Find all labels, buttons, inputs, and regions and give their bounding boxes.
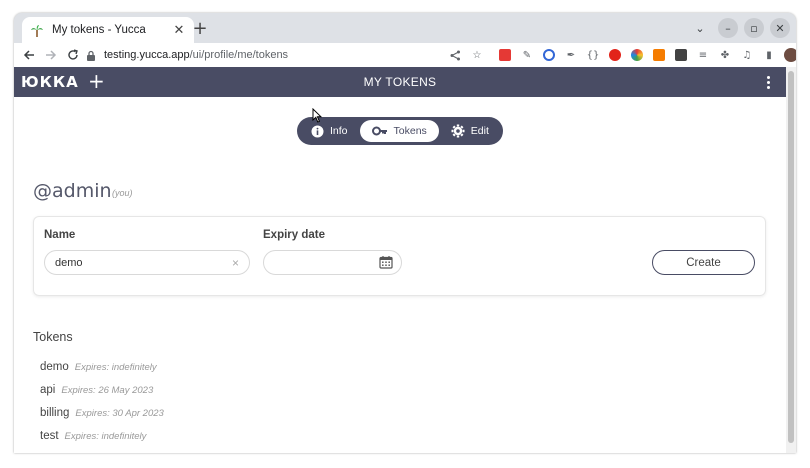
browser-window: My tokens - Yucca ✕ + ⌄ – ▫ ✕ testing.yu… <box>14 13 796 453</box>
tab-strip: My tokens - Yucca ✕ + ⌄ – ▫ ✕ <box>14 13 796 43</box>
tab-info[interactable]: Info <box>299 120 360 142</box>
extension-color-icon[interactable] <box>626 46 648 64</box>
you-label: (you) <box>112 188 133 198</box>
calendar-icon[interactable] <box>379 255 393 272</box>
profile-tabs: Info Tokens Edit <box>297 117 503 145</box>
gear-icon <box>451 124 465 138</box>
name-label: Name <box>44 229 76 241</box>
url-host: testing.yucca.app <box>104 49 190 61</box>
token-item[interactable]: demo Expires: indefinitely <box>40 357 157 375</box>
extension-abp-icon[interactable] <box>604 46 626 64</box>
bookmark-star-icon[interactable]: ☆ <box>466 46 488 64</box>
url-path: /ui/profile/me/tokens <box>189 49 289 61</box>
token-expiry: Expires: 30 Apr 2023 <box>75 408 164 419</box>
media-icon[interactable]: ♫ <box>736 46 758 64</box>
token-expiry: Expires: 26 May 2023 <box>61 385 154 396</box>
key-icon <box>371 126 387 136</box>
token-item[interactable]: api Expires: 26 May 2023 <box>40 380 153 398</box>
name-field[interactable]: demo × <box>44 250 250 275</box>
browser-tab[interactable]: My tokens - Yucca ✕ <box>22 17 194 43</box>
token-item[interactable]: billing Expires: 30 Apr 2023 <box>40 403 164 421</box>
tab-edit-label: Edit <box>470 125 489 137</box>
token-name: api <box>40 384 56 396</box>
browser-toolbar: testing.yucca.app/ui/profile/me/tokens ☆… <box>14 43 796 67</box>
extension-orange-icon[interactable] <box>648 46 670 64</box>
maximize-button[interactable]: ▫ <box>744 18 764 38</box>
avatar[interactable] <box>780 46 796 64</box>
token-name: demo <box>40 361 69 373</box>
tab-search-icon[interactable]: ⌄ <box>690 18 710 38</box>
scrollbar-thumb[interactable] <box>788 71 794 443</box>
new-tab-button[interactable]: + <box>190 19 210 39</box>
lock-icon <box>86 46 96 65</box>
token-name: test <box>40 430 59 442</box>
main-content: Info Tokens Edit @admin (you) Name demo … <box>14 97 786 453</box>
forward-icon[interactable] <box>40 44 62 66</box>
reload-icon[interactable] <box>62 44 84 66</box>
tokens-heading: Tokens <box>33 330 73 344</box>
token-name: billing <box>40 407 70 419</box>
expiry-date-field[interactable] <box>263 250 402 275</box>
palm-tree-icon <box>30 23 44 37</box>
minimize-button[interactable]: – <box>718 18 738 38</box>
tab-edit[interactable]: Edit <box>439 120 501 142</box>
side-panel-icon[interactable]: ▮ <box>758 46 780 64</box>
tab-info-label: Info <box>330 125 348 137</box>
expiry-date-label: Expiry date <box>263 229 325 241</box>
close-window-button[interactable]: ✕ <box>770 18 790 38</box>
create-token-form: Name demo × Expiry date Create <box>33 216 766 296</box>
mouse-pointer-icon <box>312 108 322 123</box>
clear-icon[interactable]: × <box>232 256 239 270</box>
address-bar[interactable]: testing.yucca.app/ui/profile/me/tokens <box>86 44 478 66</box>
more-menu-icon[interactable] <box>762 72 774 92</box>
app-header: ЮККА + MY TOKENS <box>14 67 786 97</box>
token-expiry: Expires: indefinitely <box>64 431 147 442</box>
name-field-value: demo <box>55 256 83 269</box>
share-icon[interactable] <box>444 46 466 64</box>
extension-info-icon[interactable] <box>538 46 560 64</box>
extensions-row: ☆ ✎ ✒ {} ≡ ✤ ♫ ▮ ⋮ <box>444 46 796 64</box>
extension-red-icon[interactable] <box>494 46 516 64</box>
back-icon[interactable] <box>18 44 40 66</box>
tab-title: My tokens - Yucca <box>52 24 146 36</box>
extension-brackets-icon[interactable]: {} <box>582 46 604 64</box>
extension-dark-icon[interactable] <box>670 46 692 64</box>
create-button[interactable]: Create <box>652 250 755 275</box>
page-scrollbar[interactable] <box>786 67 796 453</box>
extensions-puzzle-icon[interactable]: ✤ <box>714 46 736 64</box>
tab-tokens-label: Tokens <box>393 125 427 137</box>
username: @admin <box>33 180 112 202</box>
extension-reader-icon[interactable]: ≡ <box>692 46 714 64</box>
tab-tokens[interactable]: Tokens <box>359 120 439 142</box>
tab-close-icon[interactable]: ✕ <box>172 23 186 38</box>
extension-feather-icon[interactable]: ✎ <box>516 46 538 64</box>
page-title: MY TOKENS <box>363 75 437 89</box>
extension-pen-icon[interactable]: ✒ <box>560 46 582 64</box>
info-icon <box>311 125 324 137</box>
token-item[interactable]: test Expires: indefinitely <box>40 426 146 444</box>
token-expiry: Expires: indefinitely <box>74 362 157 373</box>
